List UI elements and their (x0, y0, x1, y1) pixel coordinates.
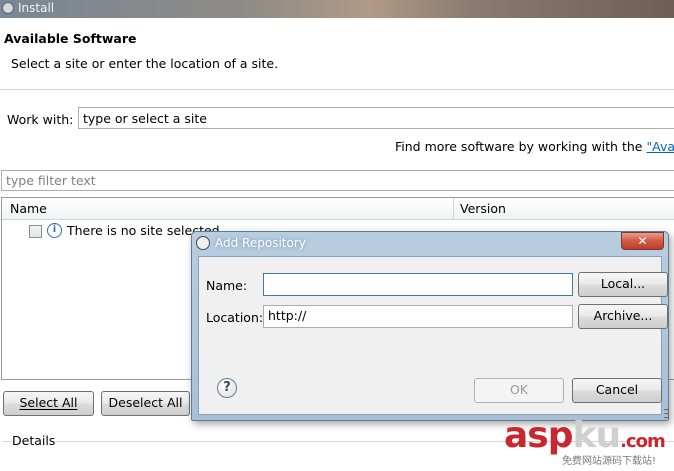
dialog-title-bar[interactable]: Add Repository ✕ (192, 232, 668, 254)
local-button[interactable]: Local... (578, 272, 668, 297)
deselect-all-label: Deselect All (108, 395, 183, 410)
dialog-body: Name: Local... Location: http:// Archive… (198, 256, 668, 415)
select-all-button[interactable]: Select All (3, 391, 94, 416)
watermark-com: .com (620, 431, 666, 452)
column-divider[interactable] (453, 198, 454, 219)
close-icon[interactable]: ✕ (621, 232, 664, 250)
select-all-label: Select All (19, 395, 78, 410)
window-title: Install (18, 1, 55, 15)
archive-button[interactable]: Archive... (578, 304, 668, 329)
cancel-button[interactable]: Cancel (572, 378, 662, 403)
location-label: Location: (206, 310, 264, 325)
watermark-ku: ku (572, 415, 622, 456)
column-header-name[interactable]: Name (10, 201, 47, 216)
name-label: Name: (206, 278, 248, 293)
page-title: Available Software (4, 31, 137, 46)
work-with-combo[interactable]: type or select a site (78, 107, 674, 129)
filter-input[interactable]: type filter text (1, 170, 674, 191)
available-sites-link[interactable]: "Availab (646, 139, 674, 154)
work-with-label: Work with: (7, 112, 74, 127)
watermark-subtitle: 免费网站源码下载站! (562, 456, 657, 467)
table-header (2, 198, 674, 220)
deselect-all-button[interactable]: Deselect All (101, 391, 190, 416)
header-area (0, 18, 674, 88)
header-divider (0, 89, 674, 90)
app-icon (2, 2, 14, 14)
find-more-label: Find more software by working with the (395, 139, 647, 154)
find-more-text: Find more software by working with the "… (395, 139, 674, 154)
dialog-title: Add Repository (215, 236, 306, 250)
row-checkbox[interactable] (29, 225, 42, 238)
location-field[interactable]: http:// (263, 305, 573, 328)
column-header-version[interactable]: Version (460, 201, 506, 216)
watermark-asp: asp (504, 415, 573, 456)
add-repository-dialog: Add Repository ✕ Name: Local... Location… (191, 231, 669, 421)
help-icon[interactable]: ? (217, 378, 237, 398)
details-label: Details (11, 433, 57, 448)
main-title-bar: Install (0, 0, 674, 18)
page-description: Select a site or enter the location of a… (11, 56, 279, 71)
ok-button[interactable]: OK (474, 378, 564, 403)
name-field[interactable] (263, 273, 573, 296)
dialog-app-icon (196, 236, 210, 250)
info-icon: i (47, 223, 62, 238)
